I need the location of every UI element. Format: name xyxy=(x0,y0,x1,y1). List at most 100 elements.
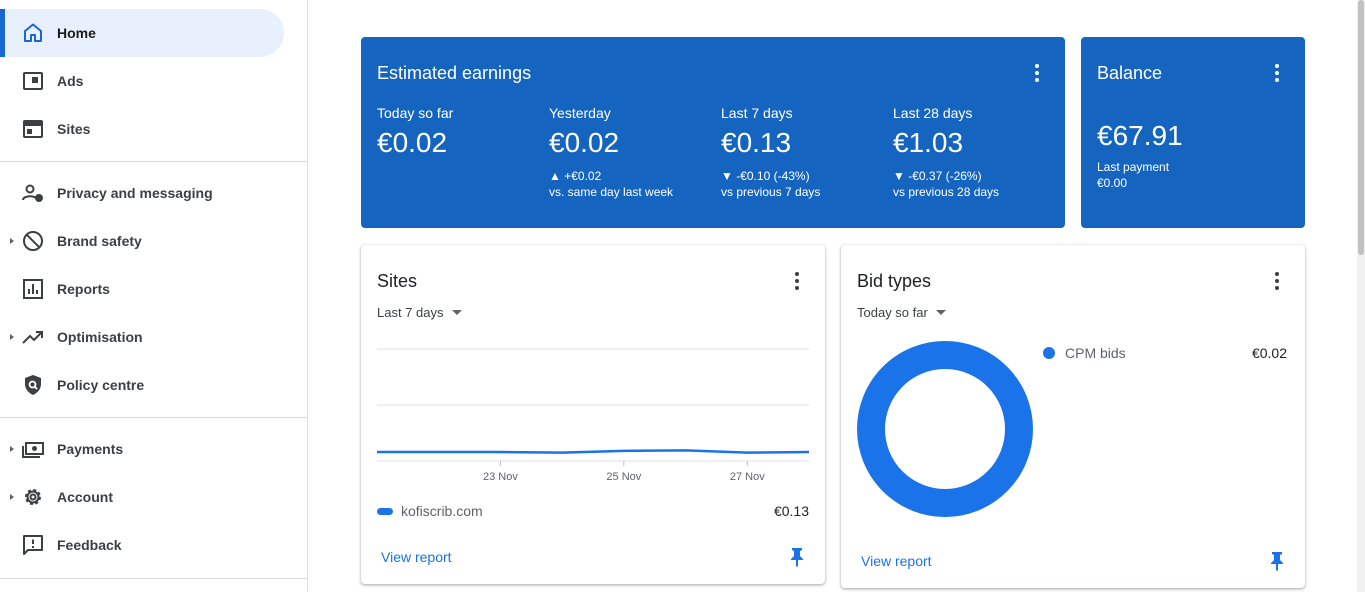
x-tick-label: 25 Nov xyxy=(606,471,642,483)
sites-card: Sites Last 7 days 23 Nov 25 Nov 27 Nov kof… xyxy=(361,245,825,584)
delta-compare: vs previous 7 days xyxy=(721,185,821,199)
metric-delta: ▼ -€0.10 (-43%) vs previous 7 days xyxy=(721,168,891,200)
balance-value: €67.91 xyxy=(1097,120,1183,151)
more-options-icon[interactable] xyxy=(1027,63,1047,83)
sidebar-item-label: Home xyxy=(57,25,96,41)
range-label: Today so far xyxy=(857,305,928,320)
sidebar-item-label: Brand safety xyxy=(57,233,142,249)
metric-value: €0.02 xyxy=(549,127,620,158)
ads-icon xyxy=(23,72,43,90)
sidebar-item-feedback[interactable]: Feedback xyxy=(0,521,284,569)
metric-label: Last 7 days xyxy=(721,105,793,121)
sidebar-item-label: Policy centre xyxy=(57,377,145,393)
sites-line-chart xyxy=(377,348,809,466)
legend-swatch xyxy=(1043,347,1055,359)
sidebar-item-payments[interactable]: Payments xyxy=(0,425,284,473)
pin-icon[interactable] xyxy=(1269,551,1285,571)
delta-change: ▲ +€0.02 xyxy=(549,169,602,183)
metric-delta: ▲ +€0.02 vs. same day last week xyxy=(549,168,719,200)
legend-label: CPM bids xyxy=(1065,345,1126,361)
sites-range-dropdown[interactable]: Last 7 days xyxy=(377,305,462,320)
balance-card: Balance €67.91 Last payment €0.00 xyxy=(1081,37,1305,228)
view-report-link[interactable]: View report xyxy=(861,553,932,569)
pin-icon[interactable] xyxy=(789,547,805,567)
metric-delta: ▼ -€0.37 (-26%) vs previous 28 days xyxy=(893,168,1063,200)
x-axis-labels: 23 Nov 25 Nov 27 Nov xyxy=(377,471,809,485)
policy-icon xyxy=(25,375,41,395)
expand-caret-icon xyxy=(10,446,14,452)
sidebar-item-home[interactable]: Home xyxy=(0,9,284,57)
sidebar-item-label: Optimisation xyxy=(57,329,143,345)
sidebar-item-brand-safety[interactable]: Brand safety xyxy=(0,217,284,265)
delta-compare: vs previous 28 days xyxy=(893,185,1000,199)
sidebar-item-label: Feedback xyxy=(57,537,122,553)
sidebar-divider xyxy=(0,417,307,418)
metric-today: Today so far €0.02 xyxy=(377,103,547,159)
expand-caret-icon xyxy=(10,238,14,244)
sidebar-item-sites[interactable]: Sites xyxy=(0,105,284,153)
metric-label: Yesterday xyxy=(549,105,611,121)
metric-label: Today so far xyxy=(377,105,454,121)
gear-icon xyxy=(25,489,41,505)
block-icon xyxy=(23,231,43,251)
bid-range-dropdown[interactable]: Today so far xyxy=(857,305,946,320)
sidebar: Home Ads Sites Privacy and messaging Bra… xyxy=(0,0,308,592)
more-options-icon[interactable] xyxy=(787,271,807,291)
x-tick-label: 27 Nov xyxy=(729,471,765,483)
dropdown-arrow-icon xyxy=(935,310,946,315)
view-report-link[interactable]: View report xyxy=(381,549,452,565)
x-tick-label: 23 Nov xyxy=(482,471,518,483)
metric-value: €0.02 xyxy=(377,127,448,158)
bid-legend: CPM bids xyxy=(1043,345,1126,361)
bid-types-donut xyxy=(857,341,1033,517)
earnings-card: Estimated earnings Today so far €0.02 Ye… xyxy=(361,37,1065,228)
dropdown-arrow-icon xyxy=(451,310,462,315)
bid-types-title: Bid types xyxy=(857,271,932,291)
reports-icon xyxy=(23,279,43,299)
sidebar-item-label: Reports xyxy=(57,281,110,297)
legend-value: €0.02 xyxy=(1251,345,1287,361)
more-options-icon[interactable] xyxy=(1267,63,1287,83)
expand-caret-icon xyxy=(10,334,14,340)
sites-legend: kofiscrib.com xyxy=(377,503,483,519)
sidebar-item-label: Sites xyxy=(57,121,91,137)
privacy-icon xyxy=(22,184,43,202)
delta-compare: vs. same day last week xyxy=(549,185,674,199)
donut-slice-cpm xyxy=(857,341,1033,517)
sidebar-item-optimisation[interactable]: Optimisation xyxy=(0,313,284,361)
metric-label: Last 28 days xyxy=(893,105,973,121)
sidebar-item-account[interactable]: Account xyxy=(0,473,284,521)
sidebar-item-reports[interactable]: Reports xyxy=(0,265,284,313)
sidebar-item-privacy[interactable]: Privacy and messaging xyxy=(0,169,284,217)
feedback-icon xyxy=(23,535,43,555)
series-line-kofiscrib xyxy=(377,449,809,454)
metric-last-7-days: Last 7 days €0.13 ▼ -€0.10 (-43%) vs pre… xyxy=(721,103,891,200)
metric-value: €1.03 xyxy=(893,127,964,158)
sidebar-item-policy-centre[interactable]: Policy centre xyxy=(0,361,284,409)
metric-yesterday: Yesterday €0.02 ▲ +€0.02 vs. same day la… xyxy=(549,103,719,200)
range-label: Last 7 days xyxy=(377,305,444,320)
expand-caret-icon xyxy=(10,494,14,500)
legend-swatch xyxy=(377,507,393,515)
metric-last-28-days: Last 28 days €1.03 ▼ -€0.37 (-26%) vs pr… xyxy=(893,103,1063,200)
sidebar-item-ads[interactable]: Ads xyxy=(0,57,284,105)
last-payment-label: Last payment xyxy=(1097,160,1170,174)
delta-change: ▼ -€0.10 (-43%) xyxy=(721,169,810,183)
sidebar-divider xyxy=(0,578,307,579)
bid-types-card: Bid types Today so far CPM bids €0.02 Vi… xyxy=(841,245,1305,588)
balance-title: Balance xyxy=(1097,63,1163,83)
scrollbar-thumb[interactable] xyxy=(1358,0,1364,255)
home-icon xyxy=(24,23,42,42)
last-payment-value: €0.00 xyxy=(1097,176,1128,190)
more-options-icon[interactable] xyxy=(1267,271,1287,291)
scrollbar[interactable] xyxy=(1357,0,1365,592)
legend-label: kofiscrib.com xyxy=(401,503,483,519)
metric-value: €0.13 xyxy=(721,127,792,158)
sidebar-item-label: Payments xyxy=(57,441,124,457)
trending-icon xyxy=(22,331,43,344)
sites-title: Sites xyxy=(377,271,418,291)
sidebar-item-label: Account xyxy=(57,489,113,505)
sidebar-item-label: Ads xyxy=(57,73,84,89)
last-payment: Last payment €0.00 xyxy=(1097,159,1169,191)
payments-icon xyxy=(22,442,44,458)
